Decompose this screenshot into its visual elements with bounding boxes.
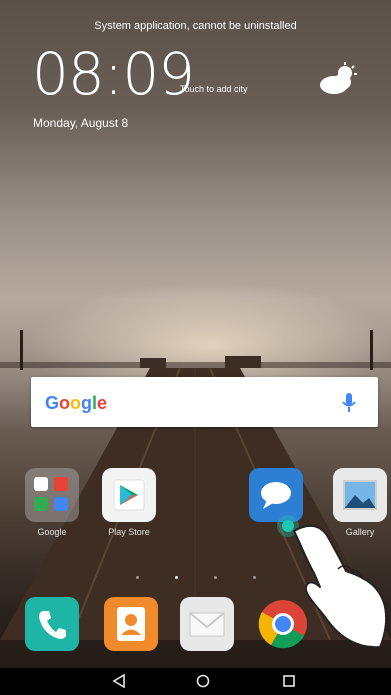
phone-icon[interactable] (25, 597, 79, 651)
google-search-bar[interactable]: Google (31, 377, 378, 427)
app-google-folder[interactable]: Google (17, 468, 87, 537)
add-city-hint[interactable]: Touch to add city (180, 84, 248, 94)
contacts-icon[interactable] (104, 597, 158, 651)
navigation-bar (0, 668, 391, 695)
google-folder-icon (25, 468, 79, 522)
system-banner: System application, cannot be uninstalle… (94, 20, 297, 32)
partly-cloudy-icon[interactable] (318, 62, 358, 101)
hand-tap-illustration (277, 515, 388, 649)
app-play-store[interactable]: Play Store (94, 468, 164, 537)
page-dot-active[interactable] (174, 576, 178, 579)
recents-icon[interactable] (282, 674, 296, 693)
home-icon[interactable] (196, 674, 210, 693)
page-dot[interactable] (135, 576, 139, 579)
email-icon[interactable] (180, 597, 234, 651)
page-dot[interactable] (213, 576, 217, 579)
app-label: Google (37, 527, 67, 537)
play-store-icon (102, 468, 156, 522)
google-logo: Google (45, 393, 108, 413)
page-dot[interactable] (252, 576, 256, 579)
back-icon[interactable] (112, 673, 126, 693)
clock-time[interactable]: 08:09 (32, 40, 195, 108)
mic-icon[interactable] (342, 392, 356, 419)
date-label: Monday, August 8 (33, 116, 129, 130)
app-label: Play Store (108, 527, 150, 537)
